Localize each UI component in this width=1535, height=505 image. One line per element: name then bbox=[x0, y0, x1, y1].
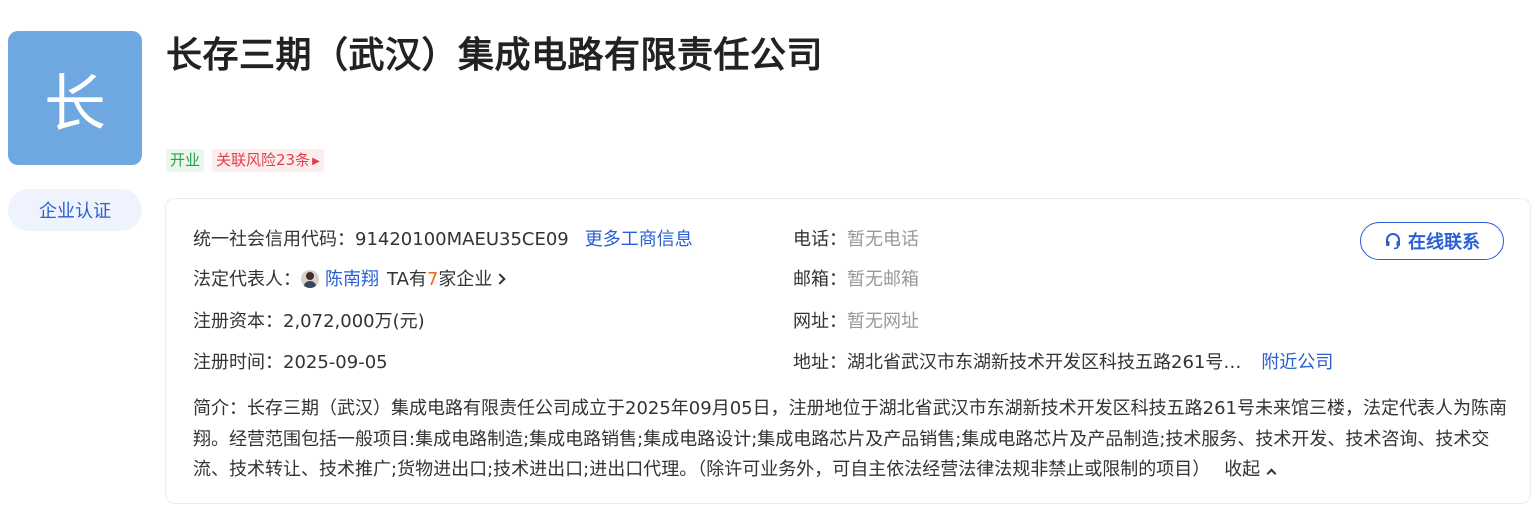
credit-code-label: 统一社会信用代码： bbox=[193, 229, 355, 250]
intro-text: 简介：长存三期（武汉）集成电路有限责任公司成立于2025年09月05日，注册地位… bbox=[193, 398, 1507, 480]
collapse-toggle[interactable]: 收起 bbox=[1224, 459, 1277, 480]
address-row: 地址：湖北省武汉市东湖新技术开发区科技五路261号… 附近公司 bbox=[793, 351, 1333, 375]
status-tags: 开业 关联风险23条 ▶ bbox=[166, 149, 324, 172]
caret-right-icon: ▶ bbox=[312, 156, 320, 167]
capital-value: 2,072,000万(元) bbox=[283, 311, 425, 332]
more-info-link[interactable]: 更多工商信息 bbox=[585, 229, 693, 250]
chevron-right-icon bbox=[494, 273, 507, 285]
legal-rep-ta-prefix: TA有 bbox=[387, 269, 427, 290]
capital-row: 注册资本：2,072,000万(元) bbox=[193, 310, 425, 334]
collapse-label: 收起 bbox=[1224, 459, 1261, 480]
status-badge: 开业 bbox=[166, 149, 205, 172]
credit-code-row: 统一社会信用代码：91420100MAEU35CE09 更多工商信息 bbox=[193, 228, 693, 252]
legal-rep-companies[interactable]: TA有7家企业 bbox=[387, 269, 507, 290]
website-row: 网址：暂无网址 bbox=[793, 310, 919, 334]
email-row: 邮箱：暂无邮箱 bbox=[793, 268, 919, 292]
phone-label: 电话： bbox=[793, 229, 847, 250]
legal-rep-ta-suffix: 家企业 bbox=[438, 269, 493, 290]
nearby-companies-link[interactable]: 附近公司 bbox=[1261, 352, 1333, 373]
reg-time-row: 注册时间：2025-09-05 bbox=[193, 351, 388, 375]
company-logo: 长 bbox=[8, 31, 142, 165]
address-label: 地址： bbox=[793, 352, 847, 373]
website-value: 暂无网址 bbox=[847, 311, 919, 332]
legal-rep-count: 7 bbox=[426, 269, 439, 290]
email-label: 邮箱： bbox=[793, 269, 847, 290]
online-contact-button[interactable]: 在线联系 bbox=[1360, 222, 1504, 260]
reg-time-value: 2025-09-05 bbox=[283, 352, 388, 373]
address-value: 湖北省武汉市东湖新技术开发区科技五路261号… bbox=[847, 352, 1242, 373]
avatar bbox=[301, 270, 319, 288]
enterprise-cert-button[interactable]: 企业认证 bbox=[8, 189, 142, 231]
company-intro: 简介：长存三期（武汉）集成电路有限责任公司成立于2025年09月05日，注册地位… bbox=[193, 394, 1508, 486]
company-logo-char: 长 bbox=[43, 67, 106, 140]
phone-value: 暂无电话 bbox=[847, 229, 919, 250]
legal-rep-name[interactable]: 陈南翔 bbox=[325, 269, 379, 290]
online-contact-label: 在线联系 bbox=[1408, 232, 1480, 253]
risk-badge[interactable]: 关联风险23条 ▶ bbox=[212, 149, 324, 172]
chevron-up-icon bbox=[1266, 468, 1277, 479]
email-value: 暂无邮箱 bbox=[847, 269, 919, 290]
credit-code-value: 91420100MAEU35CE09 bbox=[355, 229, 569, 250]
risk-badge-label: 关联风险23条 bbox=[216, 151, 311, 169]
website-label: 网址： bbox=[793, 311, 847, 332]
headset-icon bbox=[1384, 232, 1402, 250]
legal-rep-row: 法定代表人： 陈南翔 TA有7家企业 bbox=[193, 268, 507, 292]
reg-time-label: 注册时间： bbox=[193, 352, 283, 373]
phone-row: 电话：暂无电话 bbox=[793, 228, 919, 252]
company-name: 长存三期（武汉）集成电路有限责任公司 bbox=[166, 35, 824, 76]
legal-rep-label: 法定代表人： bbox=[193, 269, 301, 290]
capital-label: 注册资本： bbox=[193, 311, 283, 332]
